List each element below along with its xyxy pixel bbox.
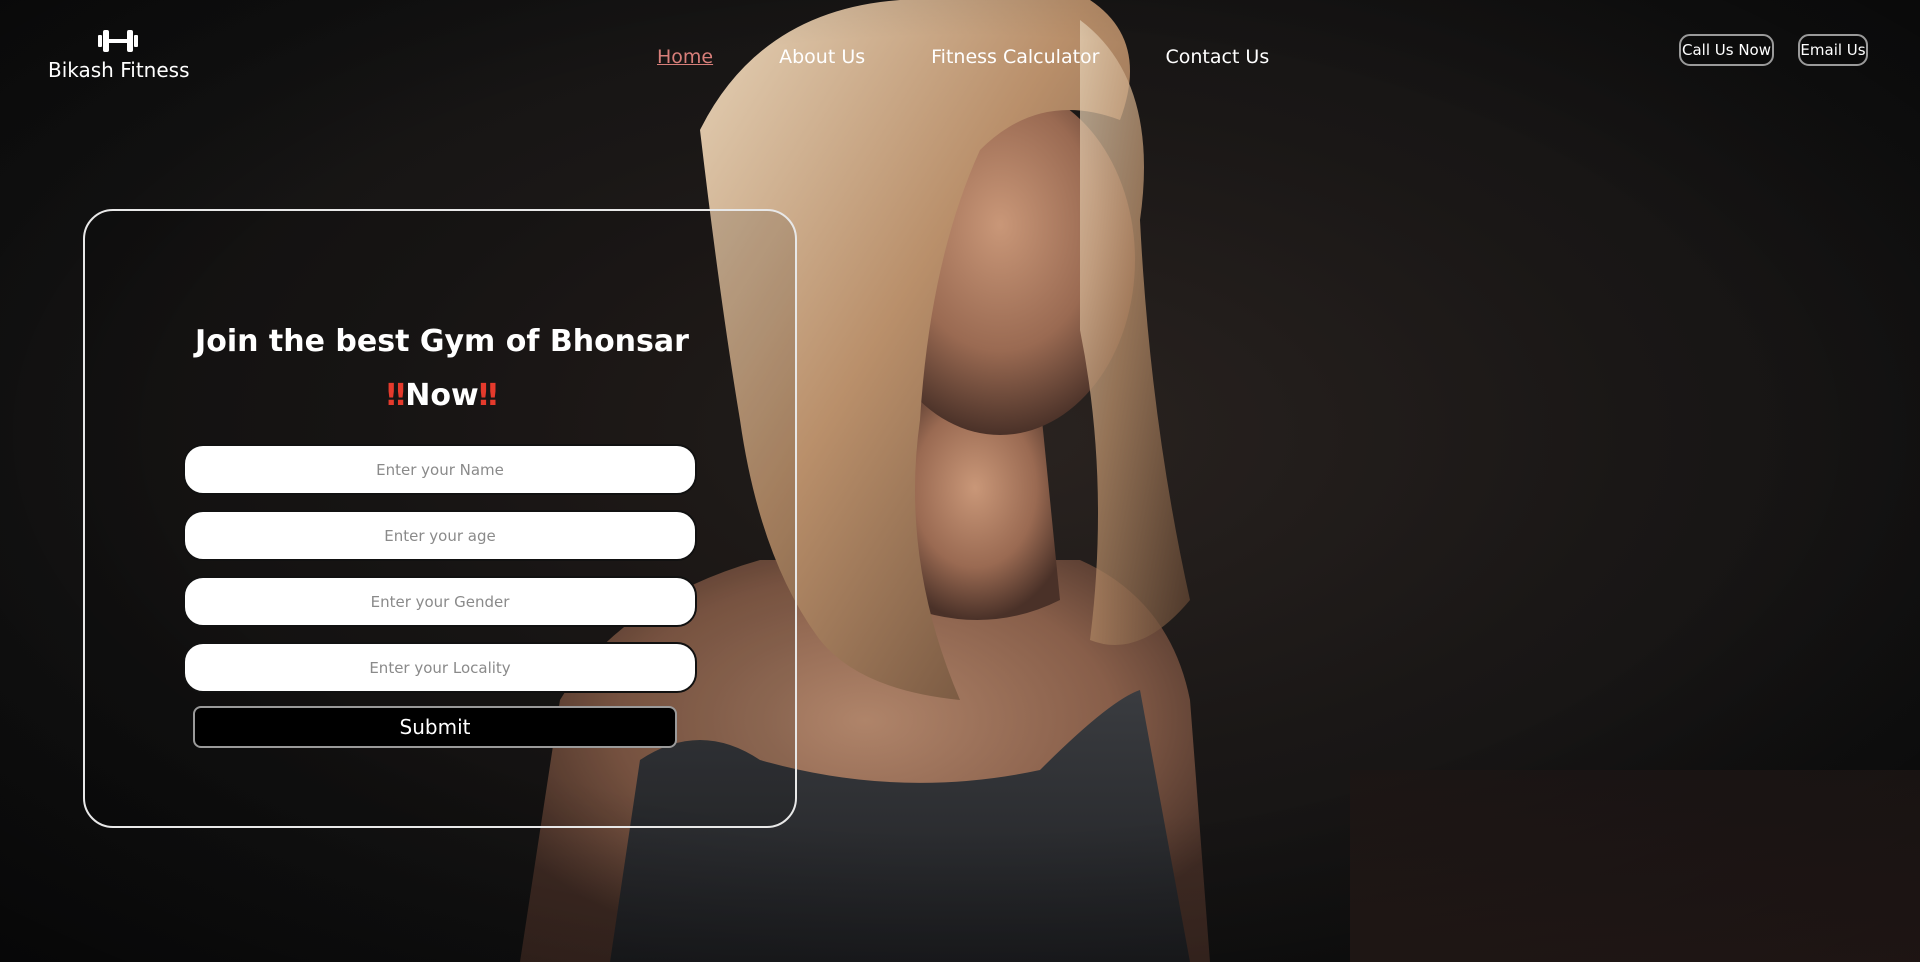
form-title: Join the best Gym of Bhonsar ‼Now‼ <box>85 315 799 423</box>
submit-button[interactable]: Submit <box>193 706 677 748</box>
nav-home[interactable]: Home <box>657 46 713 68</box>
nav-fitness-calculator[interactable]: Fitness Calculator <box>931 46 1099 68</box>
email-us-button[interactable]: Email Us <box>1798 34 1868 66</box>
nav-contact-us[interactable]: Contact Us <box>1165 46 1269 68</box>
dumbbell-icon <box>98 30 138 52</box>
signup-form-card: Join the best Gym of Bhonsar ‼Now‼ Submi… <box>83 209 797 828</box>
name-input[interactable] <box>183 444 697 495</box>
exclamation-icon: ‼ <box>386 378 406 413</box>
main-nav: Home About Us Fitness Calculator Contact… <box>657 46 1269 68</box>
form-title-line2: Now <box>405 378 479 413</box>
call-us-button[interactable]: Call Us Now <box>1679 34 1774 66</box>
gender-input[interactable] <box>183 576 697 627</box>
background-floor <box>1350 770 1920 962</box>
brand-logo[interactable]: Bikash Fitness <box>48 28 190 82</box>
exclamation-icon: ‼ <box>478 378 498 413</box>
locality-input[interactable] <box>183 642 697 693</box>
brand-name: Bikash Fitness <box>48 58 190 82</box>
age-input[interactable] <box>183 510 697 561</box>
nav-about-us[interactable]: About Us <box>779 46 865 68</box>
form-title-line1: Join the best Gym of Bhonsar <box>195 324 689 359</box>
